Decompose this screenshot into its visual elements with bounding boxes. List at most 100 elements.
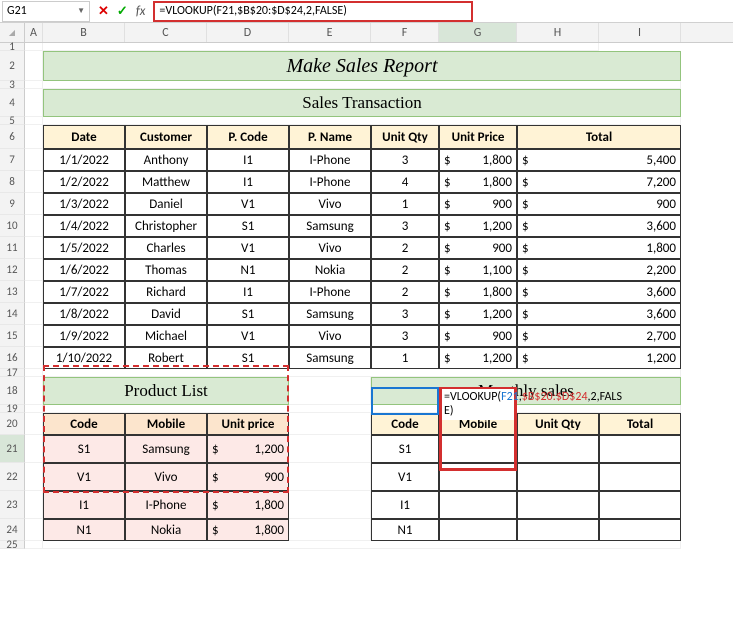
sales-qty[interactable]: 4 bbox=[371, 171, 439, 193]
monthly-code[interactable]: N1 bbox=[371, 519, 439, 541]
sales-date[interactable]: 1/9/2022 bbox=[43, 325, 125, 347]
sales-qty[interactable]: 3 bbox=[371, 303, 439, 325]
row-header-21[interactable]: 21 bbox=[0, 435, 25, 463]
row-header-15[interactable]: 15 bbox=[0, 325, 25, 347]
col-header-i[interactable]: I bbox=[599, 23, 681, 42]
product-list-title[interactable]: Product List bbox=[43, 377, 289, 405]
fx-icon[interactable]: fx bbox=[136, 4, 146, 19]
sales-name[interactable]: Samsung bbox=[289, 303, 371, 325]
row-header-8[interactable]: 8 bbox=[0, 171, 25, 193]
main-title[interactable]: Make Sales Report bbox=[43, 51, 681, 81]
monthly-header-total[interactable]: Total bbox=[599, 413, 681, 435]
row-header-9[interactable]: 9 bbox=[0, 193, 25, 215]
sales-date[interactable]: 1/1/2022 bbox=[43, 149, 125, 171]
sales-total[interactable]: $2,700 bbox=[517, 325, 681, 347]
sales-price[interactable]: $900 bbox=[439, 193, 517, 215]
sales-name[interactable]: Vivo bbox=[289, 193, 371, 215]
sales-code[interactable]: S1 bbox=[207, 215, 289, 237]
col-header-d[interactable]: D bbox=[207, 23, 289, 42]
sales-total[interactable]: $3,600 bbox=[517, 303, 681, 325]
sales-code[interactable]: V1 bbox=[207, 325, 289, 347]
monthly-code[interactable]: I1 bbox=[371, 491, 439, 519]
monthly-total[interactable] bbox=[599, 491, 681, 519]
product-mobile[interactable]: Vivo bbox=[125, 463, 207, 491]
monthly-total[interactable] bbox=[599, 435, 681, 463]
sales-price[interactable]: $900 bbox=[439, 237, 517, 259]
row-header-14[interactable]: 14 bbox=[0, 303, 25, 325]
sales-code[interactable]: I1 bbox=[207, 171, 289, 193]
product-code[interactable]: N1 bbox=[43, 519, 125, 541]
monthly-qty[interactable] bbox=[517, 463, 599, 491]
col-header-a[interactable]: A bbox=[25, 23, 43, 42]
product-code[interactable]: V1 bbox=[43, 463, 125, 491]
row-header-20[interactable]: 20 bbox=[0, 413, 25, 435]
name-box[interactable]: G21 ▼ bbox=[2, 1, 90, 22]
formula-editing-overlay[interactable]: =VLOOKUP(F21,$B$20:$D$24,2,FALSE) bbox=[442, 389, 514, 420]
product-mobile[interactable]: Nokia bbox=[125, 519, 207, 541]
sales-price[interactable]: $1,200 bbox=[439, 303, 517, 325]
sales-customer[interactable]: Anthony bbox=[125, 149, 207, 171]
col-header-g[interactable]: G bbox=[439, 23, 517, 42]
sales-date[interactable]: 1/4/2022 bbox=[43, 215, 125, 237]
sales-qty[interactable]: 2 bbox=[371, 259, 439, 281]
sales-code[interactable]: S1 bbox=[207, 303, 289, 325]
sales-price[interactable]: $1,200 bbox=[439, 347, 517, 369]
product-header-code[interactable]: Code bbox=[43, 413, 125, 435]
confirm-icon[interactable]: ✓ bbox=[117, 4, 128, 19]
sales-total[interactable]: $3,600 bbox=[517, 281, 681, 303]
sales-date[interactable]: 1/2/2022 bbox=[43, 171, 125, 193]
row-header-23[interactable]: 23 bbox=[0, 491, 25, 519]
row-header-4[interactable]: 4 bbox=[0, 89, 25, 117]
sales-total[interactable]: $2,200 bbox=[517, 259, 681, 281]
product-code[interactable]: S1 bbox=[43, 435, 125, 463]
sales-qty[interactable]: 2 bbox=[371, 237, 439, 259]
sales-customer[interactable]: Daniel bbox=[125, 193, 207, 215]
monthly-code[interactable]: V1 bbox=[371, 463, 439, 491]
sales-header-customer[interactable]: Customer bbox=[125, 125, 207, 149]
sales-price[interactable]: $1,100 bbox=[439, 259, 517, 281]
row-header-12[interactable]: 12 bbox=[0, 259, 25, 281]
sales-name[interactable]: I-Phone bbox=[289, 281, 371, 303]
row-header-3[interactable]: 3 bbox=[0, 81, 25, 89]
monthly-mobile[interactable] bbox=[439, 463, 517, 491]
sales-name[interactable]: Vivo bbox=[289, 237, 371, 259]
sales-name[interactable]: Nokia bbox=[289, 259, 371, 281]
col-header-e[interactable]: E bbox=[289, 23, 371, 42]
row-header-25[interactable]: 25 bbox=[0, 541, 25, 549]
sales-date[interactable]: 1/10/2022 bbox=[43, 347, 125, 369]
sales-customer[interactable]: Michael bbox=[125, 325, 207, 347]
row-header-13[interactable]: 13 bbox=[0, 281, 25, 303]
cancel-icon[interactable]: ✕ bbox=[98, 4, 109, 19]
sales-date[interactable]: 1/6/2022 bbox=[43, 259, 125, 281]
monthly-mobile[interactable] bbox=[439, 491, 517, 519]
sales-date[interactable]: 1/5/2022 bbox=[43, 237, 125, 259]
sales-customer[interactable]: Matthew bbox=[125, 171, 207, 193]
sales-total[interactable]: $1,200 bbox=[517, 347, 681, 369]
sales-header-qty[interactable]: Unit Qty bbox=[371, 125, 439, 149]
sales-total[interactable]: $1,800 bbox=[517, 237, 681, 259]
monthly-qty[interactable] bbox=[517, 491, 599, 519]
product-price[interactable]: $1,800 bbox=[207, 491, 289, 519]
sales-code[interactable]: V1 bbox=[207, 193, 289, 215]
product-mobile[interactable]: I-Phone bbox=[125, 491, 207, 519]
sales-header-pcode[interactable]: P. Code bbox=[207, 125, 289, 149]
monthly-header-qty[interactable]: Unit Qty bbox=[517, 413, 599, 435]
cells-area[interactable]: Make Sales Report Sales Transaction Date… bbox=[25, 43, 733, 549]
sales-price[interactable]: $1,800 bbox=[439, 281, 517, 303]
sales-customer[interactable]: Charles bbox=[125, 237, 207, 259]
sales-code[interactable]: V1 bbox=[207, 237, 289, 259]
row-header-5[interactable]: 5 bbox=[0, 117, 25, 125]
sales-date[interactable]: 1/3/2022 bbox=[43, 193, 125, 215]
sales-header-price[interactable]: Unit Price bbox=[439, 125, 517, 149]
product-price[interactable]: $900 bbox=[207, 463, 289, 491]
row-header-7[interactable]: 7 bbox=[0, 149, 25, 171]
sales-transaction-title[interactable]: Sales Transaction bbox=[43, 89, 681, 117]
monthly-mobile[interactable] bbox=[439, 435, 517, 463]
sales-code[interactable]: N1 bbox=[207, 259, 289, 281]
sales-price[interactable]: $900 bbox=[439, 325, 517, 347]
row-header-1[interactable]: 1 bbox=[0, 43, 25, 51]
product-price[interactable]: $1,800 bbox=[207, 519, 289, 541]
row-header-2[interactable]: 2 bbox=[0, 51, 25, 81]
sales-name[interactable]: Vivo bbox=[289, 325, 371, 347]
sales-name[interactable]: I-Phone bbox=[289, 171, 371, 193]
